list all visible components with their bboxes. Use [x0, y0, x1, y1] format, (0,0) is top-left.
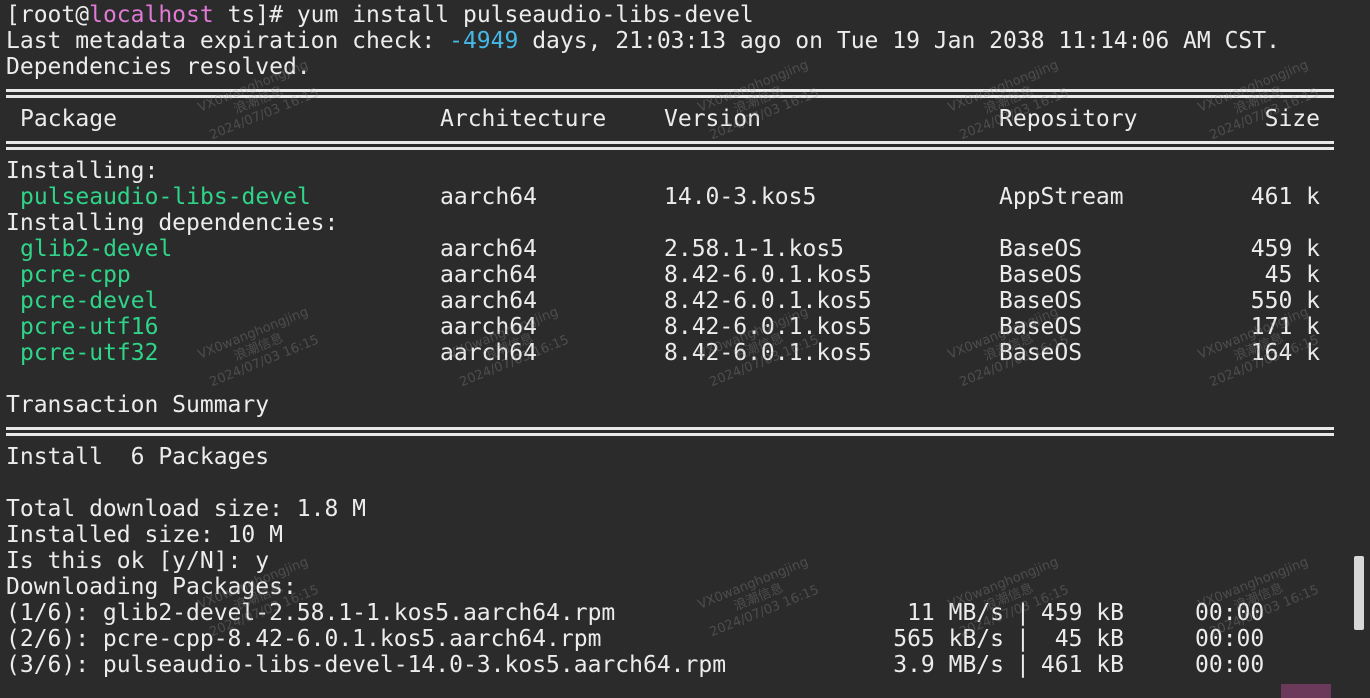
download-file: (3/6): pulseaudio-libs-devel-14.0-3.kos5…: [6, 652, 727, 678]
table-row: pcre-utf16 aarch64 8.42-6.0.1.kos5 BaseO…: [6, 314, 1326, 340]
metadata-days: -4949: [449, 28, 519, 54]
header-package: Package: [20, 106, 117, 132]
package-size: 459 k: [1250, 236, 1320, 262]
scrollbar-thumb[interactable]: [1354, 556, 1364, 630]
package-size: 550 k: [1250, 288, 1320, 314]
download-speed: 3.9 MB/s: [893, 652, 1004, 678]
download-size-line: Total download size: 1.8 M: [6, 496, 367, 522]
download-time: 00:00: [1195, 652, 1265, 678]
package-repo: BaseOS: [999, 262, 1083, 288]
package-size: 45 k: [1264, 262, 1320, 288]
package-version: 8.42-6.0.1.kos5: [664, 262, 872, 288]
table-row: pcre-cpp aarch64 8.42-6.0.1.kos5 BaseOS …: [6, 262, 1326, 288]
metadata-suffix: days, 21:03:13 ago on Tue 19 Jan 2038 11…: [518, 28, 1280, 54]
command-prompt-line: [root@localhost ts]# yum install pulseau…: [6, 2, 754, 28]
confirm-prompt-line: Is this ok [y/N]: y: [6, 548, 270, 574]
download-separator: |: [1016, 626, 1030, 652]
transaction-summary-title: Transaction Summary: [6, 392, 270, 418]
download-file: (2/6): pcre-cpp-8.42-6.0.1.kos5.aarch64.…: [6, 626, 602, 652]
download-size: 461 kB: [1040, 652, 1124, 678]
download-row: (3/6): pulseaudio-libs-devel-14.0-3.kos5…: [6, 652, 1286, 678]
prompt-open: [root@: [6, 2, 90, 28]
installed-size-line: Installed size: 10 M: [6, 522, 283, 548]
status-indicator: [1281, 684, 1331, 698]
table-row: pcre-devel aarch64 8.42-6.0.1.kos5 BaseO…: [6, 288, 1326, 314]
package-name: glib2-devel: [20, 236, 173, 262]
package-arch: aarch64: [440, 184, 537, 210]
installing-label: Installing:: [6, 158, 159, 184]
package-arch: aarch64: [440, 262, 537, 288]
command-text: yum install pulseaudio-libs-devel: [296, 2, 754, 28]
table-row: pulseaudio-libs-devel aarch64 14.0-3.kos…: [6, 184, 1326, 210]
deps-label: Installing dependencies:: [6, 210, 339, 236]
download-separator: |: [1016, 652, 1030, 678]
download-file: (1/6): glib2-devel-2.58.1-1.kos5.aarch64…: [6, 600, 616, 626]
package-name: pcre-utf32: [20, 340, 159, 366]
package-size: 461 k: [1250, 184, 1320, 210]
package-version: 8.42-6.0.1.kos5: [664, 288, 872, 314]
separator-double: [6, 139, 1334, 153]
package-version: 2.58.1-1.kos5: [664, 236, 845, 262]
install-count-line: Install 6 Packages: [6, 444, 270, 470]
package-repo: AppStream: [999, 184, 1124, 210]
metadata-line: Last metadata expiration check: -4949 da…: [6, 28, 1280, 54]
prompt-rest: ts]#: [213, 2, 297, 28]
header-architecture: Architecture: [440, 106, 607, 132]
package-name: pcre-cpp: [20, 262, 131, 288]
metadata-prefix: Last metadata expiration check:: [6, 28, 450, 54]
package-repo: BaseOS: [999, 236, 1083, 262]
download-row: (2/6): pcre-cpp-8.42-6.0.1.kos5.aarch64.…: [6, 626, 1286, 652]
package-name: pulseaudio-libs-devel: [20, 184, 311, 210]
package-arch: aarch64: [440, 236, 537, 262]
package-version: 14.0-3.kos5: [664, 184, 817, 210]
package-arch: aarch64: [440, 288, 537, 314]
prompt-host: localhost: [89, 2, 214, 28]
terminal-window[interactable]: [root@localhost ts]# yum install pulseau…: [0, 0, 1370, 698]
separator-double: [6, 425, 1334, 439]
download-size: 459 kB: [1040, 600, 1124, 626]
package-name: pcre-utf16: [20, 314, 159, 340]
vertical-scrollbar[interactable]: [1354, 0, 1364, 698]
download-size: 45 kB: [1054, 626, 1124, 652]
package-name: pcre-devel: [20, 288, 159, 314]
table-row: glib2-devel aarch64 2.58.1-1.kos5 BaseOS…: [6, 236, 1326, 262]
